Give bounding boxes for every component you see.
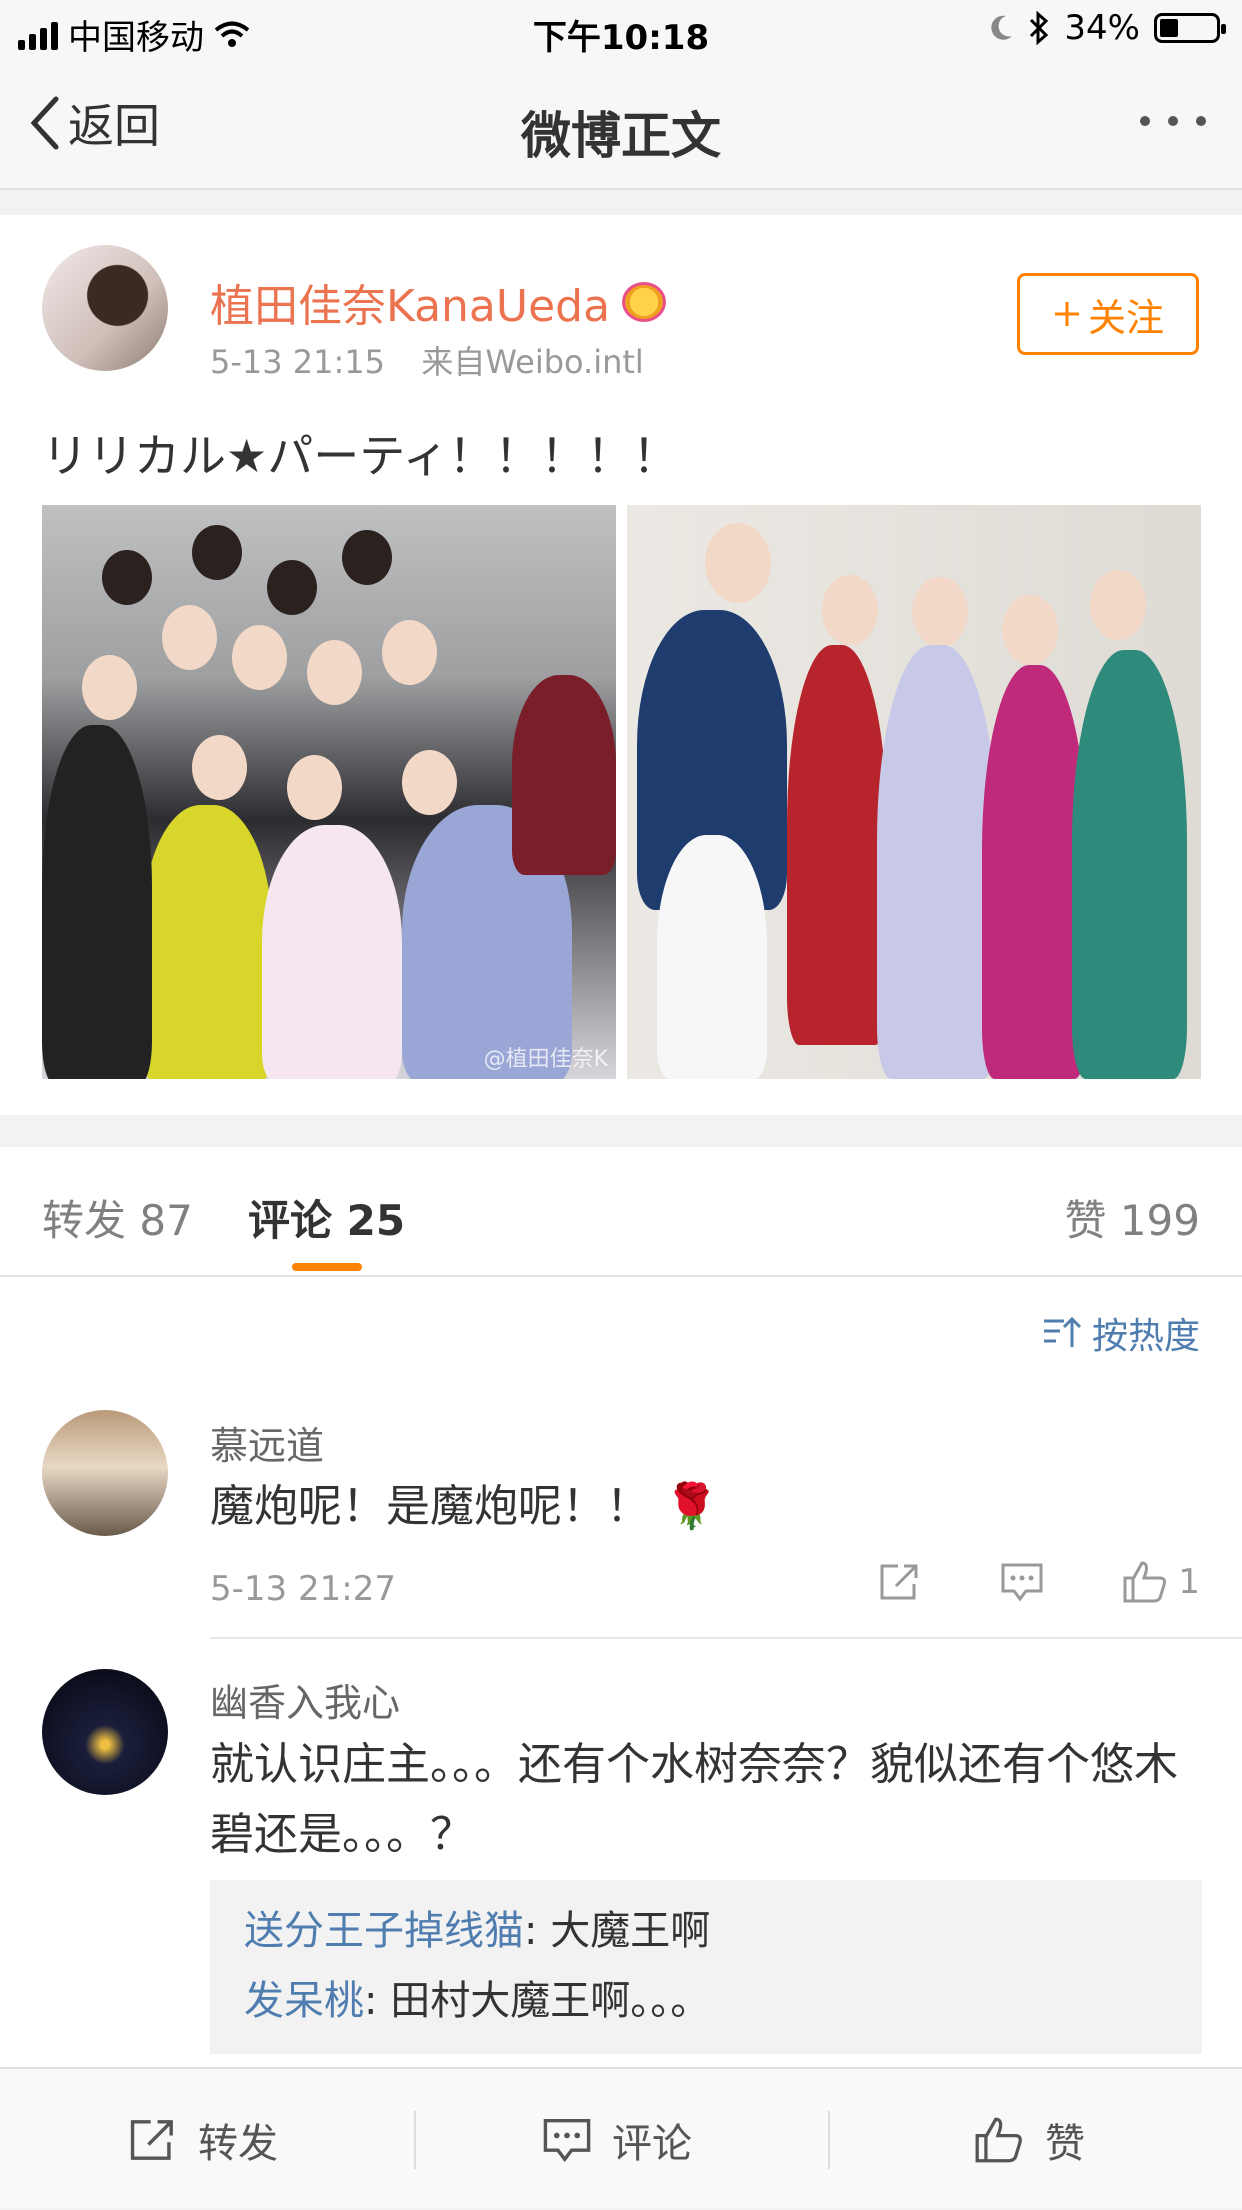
post-time: 5-13 21:15: [210, 343, 386, 381]
bottom-action-bar: 转发 评论 赞: [0, 2067, 1242, 2208]
follow-label: 关注: [1087, 295, 1164, 340]
author-avatar[interactable]: [42, 245, 168, 371]
status-right: 34%: [988, 8, 1226, 48]
reply-item: 发呆桃: 田村大魔王啊。。。: [244, 1966, 1168, 2036]
comment-actions: 1: [878, 1560, 1200, 1604]
sort-label: 按热度: [1091, 1316, 1200, 1357]
like-button[interactable]: 赞: [973, 2069, 1085, 2210]
commenter-name[interactable]: 慕远道: [210, 1415, 324, 1470]
thumbs-up-icon: [975, 2117, 1022, 2162]
post-photo-group[interactable]: @植田佳奈K: [42, 505, 616, 1079]
reply-text: : 大魔王啊: [524, 1908, 711, 1954]
post-photo-lineup[interactable]: [627, 505, 1201, 1079]
battery-icon: [1154, 13, 1226, 43]
reply-user[interactable]: 发呆桃: [244, 1978, 364, 2024]
bar-separator: [414, 2111, 416, 2169]
comment-label: 评论: [612, 2120, 692, 2167]
page-title: 微博正文: [521, 107, 721, 165]
share-icon: [130, 2119, 173, 2160]
sort-button[interactable]: 按热度: [1042, 1307, 1200, 1359]
post-meta: 5-13 21:15 来自Weibo.intl: [210, 337, 644, 383]
navigation-bar: 返回 微博正文: [0, 60, 1242, 190]
sort-icon: [1043, 1316, 1082, 1347]
commenter-avatar[interactable]: [42, 1669, 168, 1795]
post-text: リリカル★パーティ！！！！！: [42, 429, 679, 483]
moon-icon: [991, 15, 1013, 40]
commenter-avatar[interactable]: [42, 1410, 168, 1536]
tab-repost[interactable]: 转发 87: [42, 1187, 193, 1248]
reply-icon[interactable]: [1000, 1562, 1044, 1602]
dot-icon: [1140, 116, 1150, 126]
like-label: 赞: [1045, 2120, 1085, 2167]
back-label: 返回: [68, 99, 160, 153]
author-name: 植田佳奈KanaUeda: [210, 281, 611, 332]
more-options-button[interactable]: [1140, 116, 1206, 126]
commenter-name[interactable]: 幽香入我心: [210, 1672, 400, 1727]
comment-like-count: 1: [1178, 1562, 1200, 1602]
interaction-tabs: 转发 87 评论 25 赞 199: [0, 1147, 1242, 1277]
follow-button[interactable]: 关注: [1017, 273, 1199, 355]
vip-crown-icon: [622, 282, 667, 322]
dot-icon: [1196, 116, 1206, 126]
comment-text: 就认识庄主。。。还有个水树奈奈？貌似还有个悠木碧还是。。。？: [210, 1739, 1178, 1860]
bluetooth-icon: [1030, 11, 1049, 45]
comment-divider: [210, 1637, 1242, 1639]
comment-time: 5-13 21:27: [210, 1569, 396, 1609]
status-bar: 中国移动 下午10:18 34%: [0, 0, 1242, 60]
reply-text: : 田村大魔王啊。。。: [364, 1978, 711, 2024]
repost-button[interactable]: 转发: [128, 2069, 278, 2210]
share-icon[interactable]: [878, 1562, 922, 1602]
reply-user[interactable]: 送分王子掉线猫: [244, 1908, 524, 1954]
weibo-post: 植田佳奈KanaUeda 5-13 21:15 来自Weibo.intl 关注 …: [0, 215, 1242, 1115]
comment-list: 按热度 慕远道 魔炮呢！是魔炮呢！！ 🌹 5-13 21:27 1 幽香入我心 …: [0, 1277, 1242, 2067]
comment-text: 魔炮呢！是魔炮呢！！ 🌹: [210, 1481, 719, 1532]
photo-watermark: @植田佳奈K: [483, 1047, 608, 1072]
chevron-left-icon: [30, 96, 59, 150]
thumbs-up-icon: [1123, 1561, 1167, 1603]
author-name-row[interactable]: 植田佳奈KanaUeda: [210, 270, 667, 334]
bar-separator: [828, 2111, 830, 2169]
back-button[interactable]: 返回: [30, 90, 160, 156]
tab-comment[interactable]: 评论 25: [248, 1187, 405, 1248]
tab-like[interactable]: 赞 199: [1064, 1187, 1200, 1248]
comment-icon: [543, 2118, 591, 2162]
comment-button[interactable]: 评论: [542, 2069, 692, 2210]
dot-icon: [1168, 116, 1178, 126]
repost-label: 转发: [198, 2120, 278, 2167]
active-tab-indicator: [292, 1263, 362, 1271]
plus-icon: [1054, 302, 1079, 326]
comment-like-button[interactable]: 1: [1122, 1560, 1200, 1604]
battery-percent: 34%: [1064, 8, 1140, 48]
reply-item: 送分王子掉线猫: 大魔王啊: [244, 1896, 1168, 1966]
post-source: 来自Weibo.intl: [421, 343, 644, 381]
comment-replies[interactable]: 送分王子掉线猫: 大魔王啊 发呆桃: 田村大魔王啊。。。: [210, 1880, 1202, 2054]
